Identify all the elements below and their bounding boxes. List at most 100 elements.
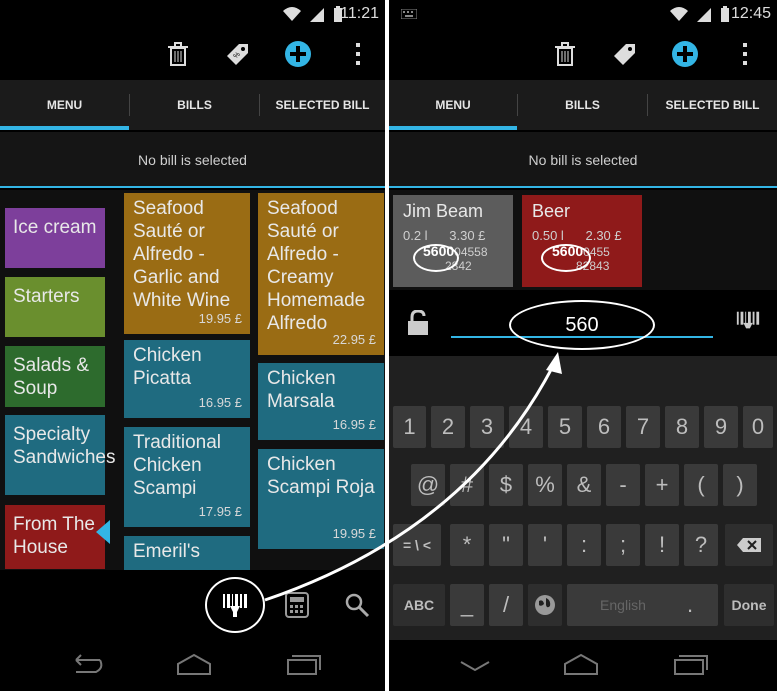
menu-item[interactable]: Chicken Marsala 16.95 £ [258,363,384,440]
key-more-symbols[interactable]: = \ < [393,524,441,566]
item-name: Chicken Picatta [133,345,202,389]
product-tile-jim-beam[interactable]: Jim Beam 0.2 l 3.30 £ 560004558 2842 [393,195,513,287]
menu-item[interactable]: Chicken Picatta 16.95 £ [124,340,250,418]
key-slash[interactable]: / [489,584,523,626]
key-semicolon[interactable]: ; [606,524,640,566]
category-ice-cream[interactable]: Ice cream [5,208,105,268]
key-colon[interactable]: : [567,524,601,566]
key-double-quote[interactable]: " [489,524,523,566]
key-asterisk[interactable]: * [450,524,484,566]
key-done[interactable]: Done [724,584,774,626]
search-icon[interactable] [344,592,370,618]
item-price: 16.95 £ [332,417,376,432]
product-details: 0.50 l 2.30 £ [532,228,622,243]
key-ampersand[interactable]: & [567,464,601,506]
home-icon[interactable] [561,652,601,678]
key-0[interactable]: 0 [743,406,773,448]
back-icon[interactable] [66,652,106,678]
tab-bills[interactable]: BILLS [518,80,647,130]
menu-item[interactable]: Seafood Sauté or Alfredo - Creamy Homema… [258,193,384,355]
add-icon[interactable] [671,40,699,68]
key-open-paren[interactable]: ( [684,464,718,506]
battery-icon [720,6,729,22]
key-dollar[interactable]: $ [489,464,523,506]
highlight-circle [541,244,591,272]
category-salads-soup[interactable]: Salads & Soup [5,346,105,407]
menu-item[interactable]: Emeril's [124,536,250,570]
key-7[interactable]: 7 [626,406,660,448]
status-icons [669,6,734,24]
overflow-menu-icon[interactable] [344,40,372,68]
key-6[interactable]: 6 [587,406,621,448]
key-hash[interactable]: # [450,464,484,506]
signal-icon [310,8,325,22]
language-key[interactable] [528,584,562,626]
key-abc[interactable]: ABC [393,584,445,626]
price-tag-icon[interactable]: % [223,40,251,68]
lock-icon[interactable] [407,310,429,336]
price-tag-icon[interactable] [610,40,638,68]
item-name: Chicken Marsala [267,368,336,412]
category-from-the-house[interactable]: From The House [5,505,105,569]
tab-menu[interactable]: MENU [389,80,517,130]
menu-content: Ice cream Starters Salads & Soup Special… [0,190,385,570]
menu-item[interactable]: Seafood Sauté or Alfredo - Garlic and Wh… [124,193,250,334]
add-icon[interactable] [284,40,312,68]
globe-icon [535,595,555,615]
keyboard-status-icon [401,9,417,19]
key-close-paren[interactable]: ) [723,464,757,506]
tab-bills[interactable]: BILLS [130,80,259,130]
overflow-menu-icon[interactable] [731,40,759,68]
product-details: 0.2 l 3.30 £ [403,228,486,243]
key-question[interactable]: ? [684,524,718,566]
trash-icon[interactable] [551,40,579,68]
product-tile-beer[interactable]: Beer 0.50 l 2.30 £ 56000455 82843 [522,195,642,287]
highlight-circle [205,577,265,633]
category-specialty-sandwiches[interactable]: Specialty Sandwiches [5,415,115,495]
product-name: Jim Beam [403,201,484,221]
category-starters[interactable]: Starters [5,277,105,337]
tab-bar: MENU BILLS SELECTED BILL [0,80,385,130]
hide-keyboard-icon[interactable] [455,652,495,678]
menu-item[interactable]: Traditional Chicken Scampi 17.95 £ [124,427,250,527]
key-5[interactable]: 5 [548,406,582,448]
product-name: Beer [532,201,571,221]
recents-icon[interactable] [284,652,324,678]
key-at[interactable]: @ [411,464,445,506]
tab-menu[interactable]: MENU [0,80,129,130]
search-input[interactable]: 560 [509,300,655,350]
key-single-quote[interactable]: ' [528,524,562,566]
bottom-toolbar [0,570,385,636]
barcode-scanner-icon[interactable] [735,308,761,334]
key-plus[interactable]: + [645,464,679,506]
key-percent[interactable]: % [528,464,562,506]
key-3[interactable]: 3 [470,406,504,448]
left-screen: 11:21 % MENU BILLS SELECTED BILL No bill… [0,0,385,691]
key-underscore[interactable]: _ [450,584,484,626]
recents-icon[interactable] [671,652,711,678]
trash-icon[interactable] [164,40,192,68]
key-minus[interactable]: - [606,464,640,506]
tab-selected-bill[interactable]: SELECTED BILL [648,80,777,130]
menu-item[interactable]: Chicken Scampi Roja 19.95 £ [258,449,384,549]
key-1[interactable]: 1 [393,406,426,448]
status-time: 11:21 [340,5,379,22]
backspace-key[interactable] [725,524,773,566]
calculator-icon[interactable] [284,592,310,618]
space-key[interactable]: English [567,584,679,626]
tab-selected-bill[interactable]: SELECTED BILL [260,80,385,130]
key-8[interactable]: 8 [665,406,699,448]
signal-icon [697,8,712,22]
action-bar: % [0,30,385,78]
action-bar [389,30,777,78]
key-period[interactable]: . [673,584,707,626]
key-9[interactable]: 9 [704,406,738,448]
key-exclamation[interactable]: ! [645,524,679,566]
key-4[interactable]: 4 [509,406,543,448]
home-icon[interactable] [174,652,214,678]
tab-bar: MENU BILLS SELECTED BILL [389,80,777,130]
key-2[interactable]: 2 [431,406,465,448]
bill-status: No bill is selected [389,132,777,188]
navigation-bar [0,640,385,691]
highlight-circle [413,244,459,272]
